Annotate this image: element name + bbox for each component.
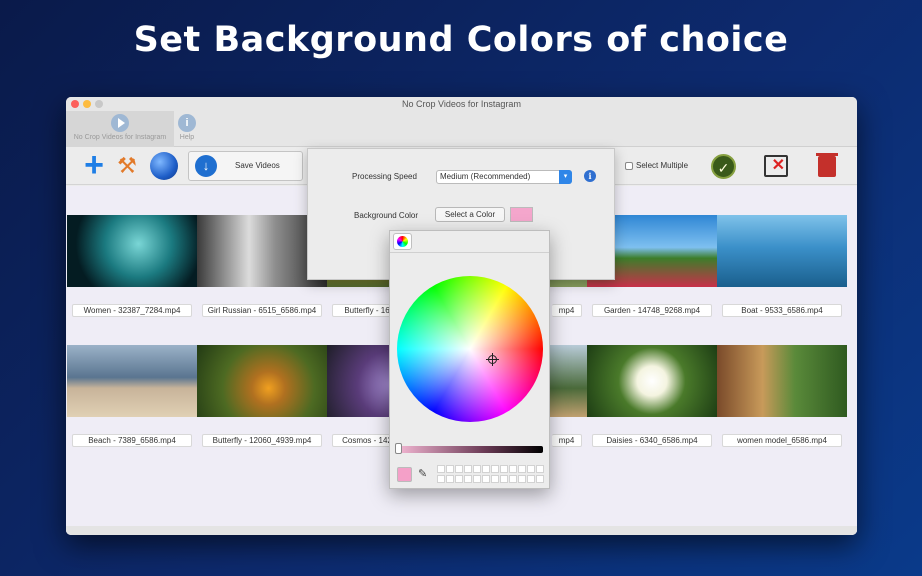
window-title: No Crop Videos for Instagram xyxy=(402,99,521,109)
video-caption: Girl Russian - 6515_6586.mp4 xyxy=(202,304,322,317)
select-all-icon[interactable]: ✓ xyxy=(711,154,736,179)
tab-no-crop-videos[interactable]: No Crop Videos for Instagram xyxy=(66,111,174,147)
color-swatch-slot[interactable] xyxy=(527,474,535,483)
video-item[interactable]: Butterfly - 12060_4939.mp4 xyxy=(197,345,327,447)
color-swatch-slot[interactable] xyxy=(536,474,544,483)
color-swatch-slot[interactable] xyxy=(437,474,445,483)
save-videos-label: Save Videos xyxy=(235,161,280,170)
color-wheel-icon xyxy=(397,236,408,247)
video-thumbnail[interactable] xyxy=(197,345,327,417)
color-swatch-slot[interactable] xyxy=(446,474,454,483)
chevron-down-icon: ▾ xyxy=(559,170,572,184)
trash-icon[interactable] xyxy=(816,153,838,177)
video-item[interactable]: Boat - 9533_6586.mp4 xyxy=(717,215,847,317)
info-icon: i xyxy=(178,114,196,132)
color-swatch-slot[interactable] xyxy=(500,465,508,473)
video-caption: Daisies - 6340_6586.mp4 xyxy=(592,434,712,447)
video-thumbnail[interactable] xyxy=(587,345,717,417)
color-swatch-slot[interactable] xyxy=(455,465,463,473)
current-color-swatch[interactable] xyxy=(397,467,412,482)
color-swatch-slot[interactable] xyxy=(491,474,499,483)
video-caption: women model_6586.mp4 xyxy=(722,434,842,447)
processing-speed-label: Processing Speed xyxy=(352,172,417,181)
traffic-lights xyxy=(71,100,103,108)
video-caption: mp4 xyxy=(552,304,582,317)
video-thumbnail[interactable] xyxy=(717,345,847,417)
color-swatch-slot[interactable] xyxy=(527,465,535,473)
color-swatch-slot[interactable] xyxy=(464,465,472,473)
color-swatch-slot[interactable] xyxy=(491,465,499,473)
select-color-button[interactable]: Select a Color xyxy=(435,207,505,222)
title-bar: No Crop Videos for Instagram xyxy=(66,97,857,111)
color-swatch-slot[interactable] xyxy=(437,465,445,473)
color-swatch-slot[interactable] xyxy=(482,465,490,473)
color-swatch-slot[interactable] xyxy=(518,474,526,483)
color-swatch-slot[interactable] xyxy=(509,465,517,473)
divider xyxy=(390,252,549,253)
video-item[interactable]: Women - 32387_7284.mp4 xyxy=(67,215,197,317)
minimize-window-button[interactable] xyxy=(83,100,91,108)
tab-label: Help xyxy=(179,134,195,141)
video-thumbnail[interactable] xyxy=(67,215,197,287)
color-swatch-grid xyxy=(437,465,544,483)
select-multiple-checkbox[interactable] xyxy=(625,161,633,170)
video-caption: Women - 32387_7284.mp4 xyxy=(72,304,192,317)
color-swatch-slot[interactable] xyxy=(482,474,490,483)
download-arrow-icon: ↓ xyxy=(195,155,217,177)
processing-speed-value: Medium (Recommended) xyxy=(440,172,531,181)
eyedropper-icon[interactable]: ✎ xyxy=(418,467,430,482)
video-caption: Garden - 14748_9268.mp4 xyxy=(592,304,712,317)
color-picker-panel: ✎ xyxy=(389,230,550,489)
brightness-slider-knob[interactable] xyxy=(395,443,402,454)
video-thumbnail[interactable] xyxy=(67,345,197,417)
video-caption: Beach - 7389_6586.mp4 xyxy=(72,434,192,447)
color-swatch-slot[interactable] xyxy=(446,465,454,473)
color-swatch-slot[interactable] xyxy=(473,474,481,483)
color-swatch-slot[interactable] xyxy=(500,474,508,483)
zoom-window-button[interactable] xyxy=(95,100,103,108)
select-multiple[interactable]: Select Multiple xyxy=(625,161,688,170)
color-swatch-slot[interactable] xyxy=(464,474,472,483)
tab-label: No Crop Videos for Instagram xyxy=(73,134,167,141)
tools-icon[interactable]: ⚒ xyxy=(113,152,141,180)
color-wheel[interactable] xyxy=(397,276,543,422)
video-thumbnail[interactable] xyxy=(717,215,847,287)
video-caption: Butterfly - 12060_4939.mp4 xyxy=(202,434,322,447)
processing-speed-select[interactable]: Medium (Recommended) ▾ xyxy=(436,170,572,184)
video-item-partial[interactable]: mp4 xyxy=(550,345,587,447)
video-caption: Boat - 9533_6586.mp4 xyxy=(722,304,842,317)
color-wheel-tab[interactable] xyxy=(393,233,412,250)
headline: Set Background Colors of choice xyxy=(133,20,789,60)
play-icon xyxy=(111,114,129,132)
video-item[interactable]: Beach - 7389_6586.mp4 xyxy=(67,345,197,447)
color-swatch-slot[interactable] xyxy=(536,465,544,473)
select-multiple-label: Select Multiple xyxy=(636,161,689,170)
globe-icon[interactable] xyxy=(150,152,178,180)
video-thumbnail[interactable] xyxy=(550,345,587,417)
color-swatch-slot[interactable] xyxy=(509,474,517,483)
close-window-button[interactable] xyxy=(71,100,79,108)
crosshair-icon[interactable] xyxy=(486,353,499,366)
tab-bar: No Crop Videos for Instagram i Help xyxy=(66,111,857,147)
brightness-slider[interactable] xyxy=(397,446,543,453)
video-caption: mp4 xyxy=(552,434,582,447)
add-videos-icon[interactable]: + xyxy=(80,148,108,182)
info-icon[interactable]: i xyxy=(584,170,596,182)
deselect-icon[interactable]: ✕ xyxy=(764,155,788,177)
video-item[interactable]: Daisies - 6340_6586.mp4 xyxy=(587,345,717,447)
save-videos-button[interactable]: ↓ Save Videos xyxy=(188,151,303,181)
footer-strip xyxy=(66,526,857,535)
color-swatch-slot[interactable] xyxy=(473,465,481,473)
color-swatch-slot[interactable] xyxy=(518,465,526,473)
color-swatch-slot[interactable] xyxy=(455,474,463,483)
video-item[interactable]: women model_6586.mp4 xyxy=(717,345,847,447)
background-color-label: Background Color xyxy=(354,211,419,220)
background-color-swatch[interactable] xyxy=(510,207,533,222)
tab-help[interactable]: i Help xyxy=(176,111,198,147)
